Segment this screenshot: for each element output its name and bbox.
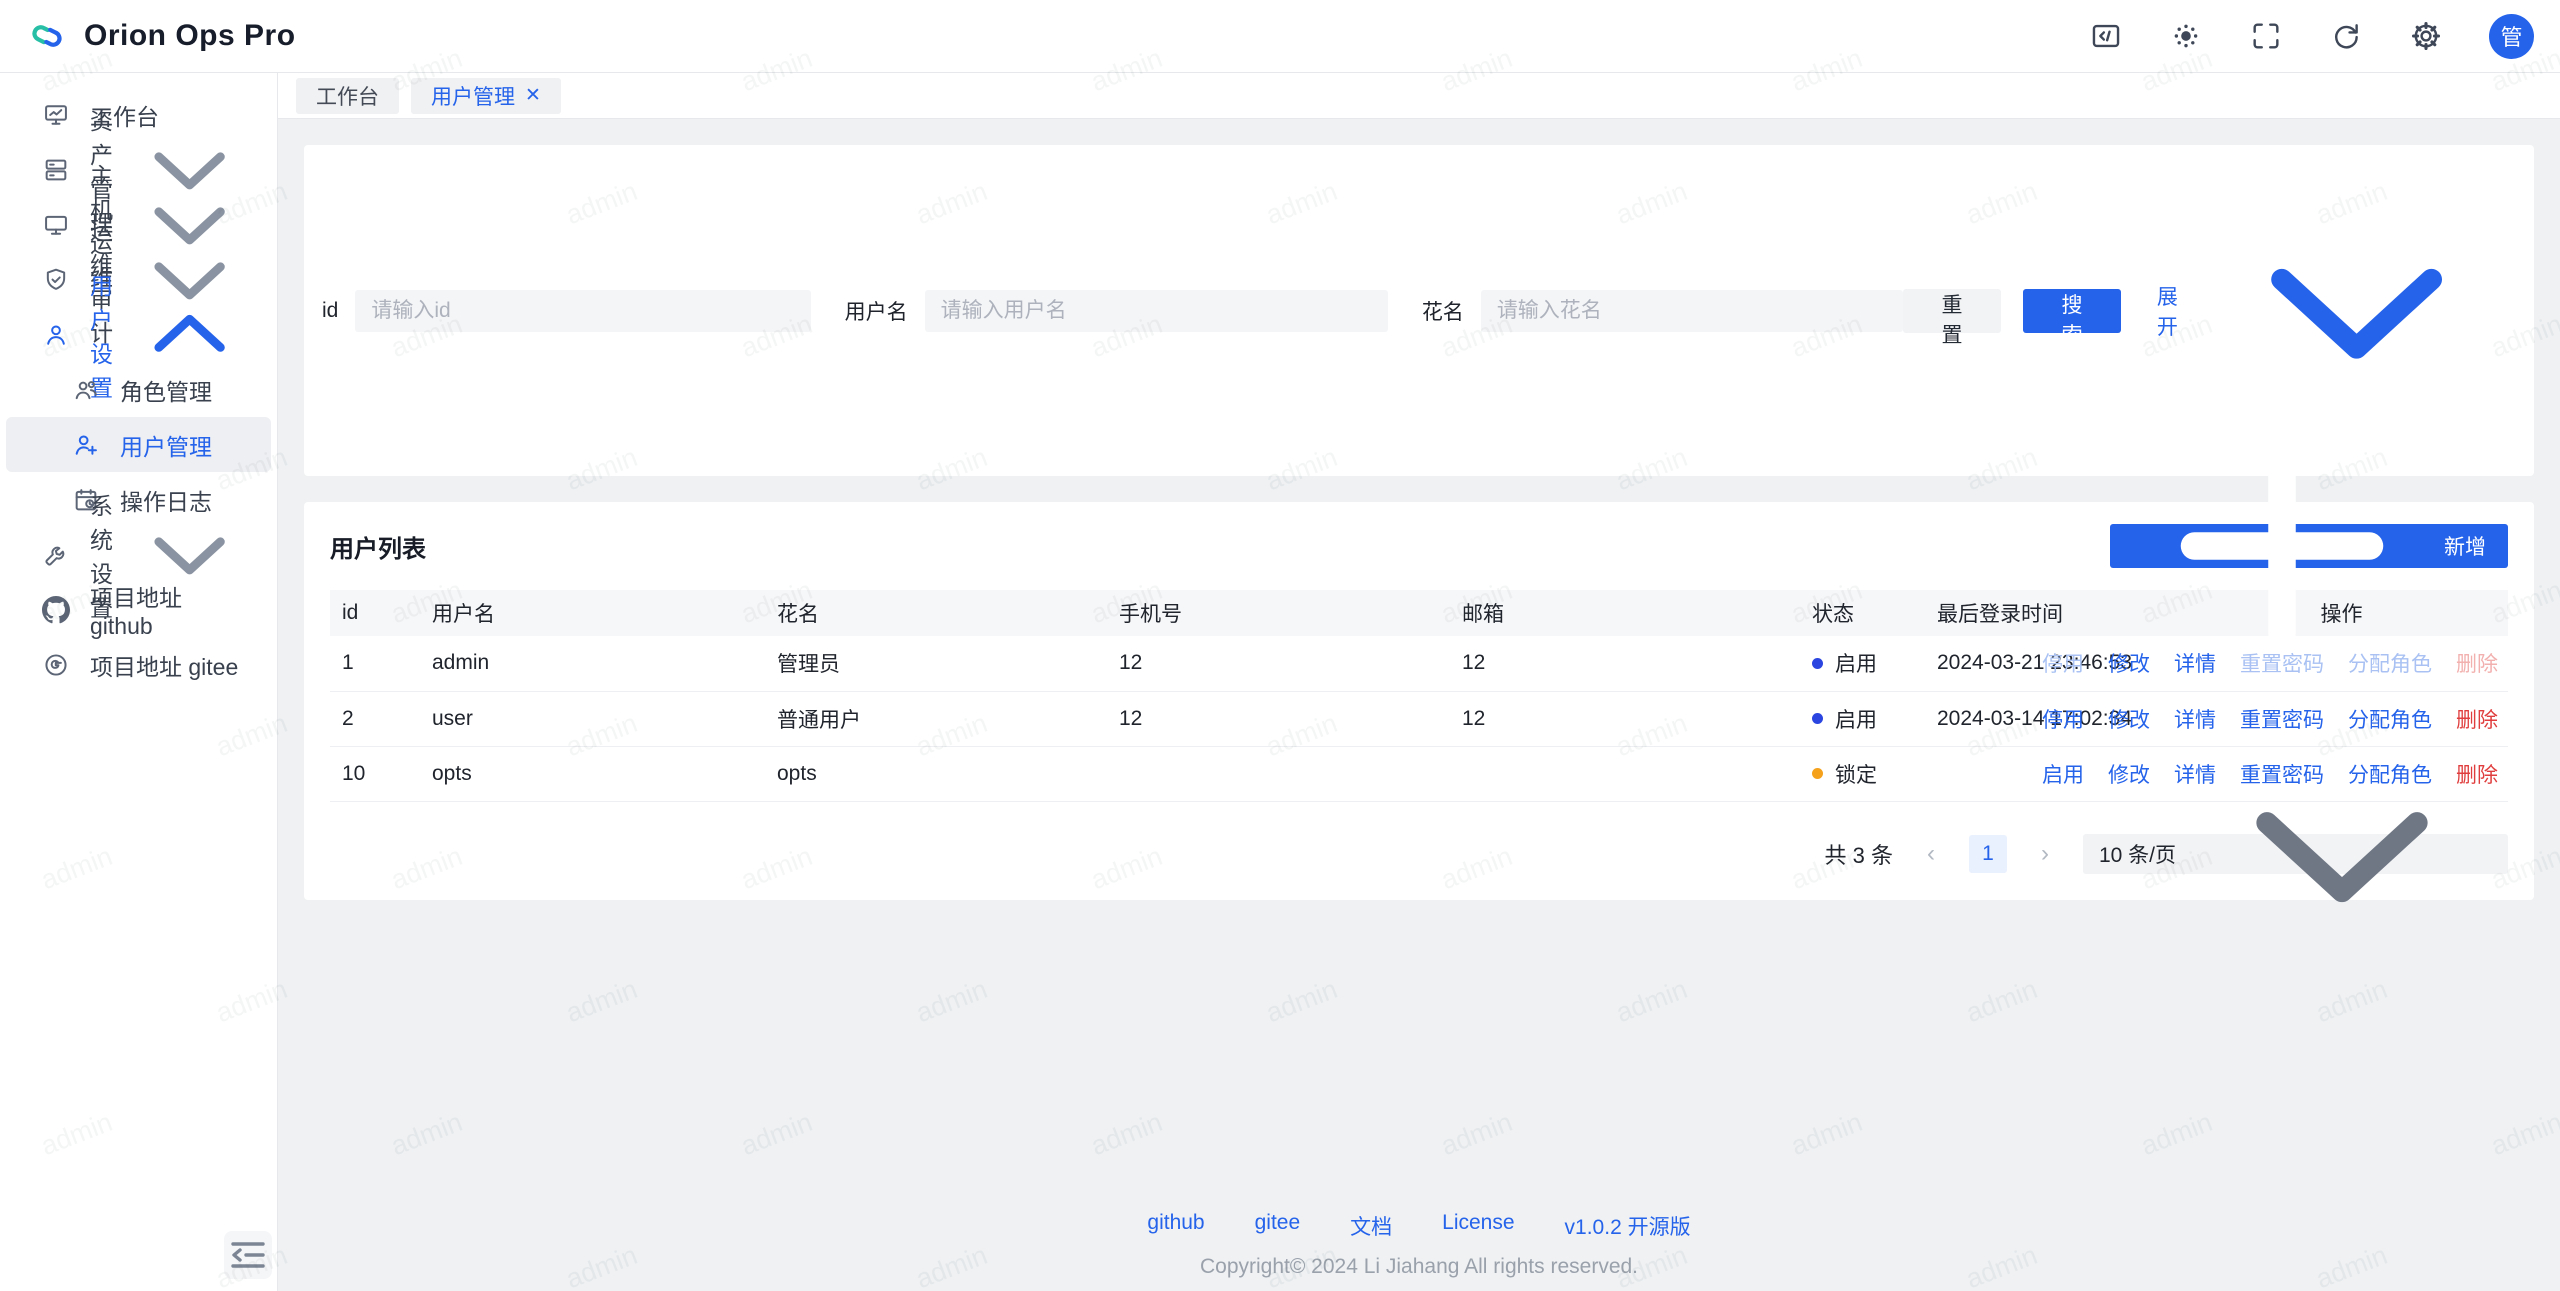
sidebar-item-github[interactable]: 项目地址 github: [6, 582, 271, 637]
row-action-link[interactable]: 修改: [2108, 759, 2150, 789]
footer-link[interactable]: gitee: [1255, 1211, 1301, 1241]
pagination-total: 共 3 条: [1825, 838, 1893, 870]
tabbar: 工作台 用户管理 ✕: [278, 73, 2560, 119]
page-number[interactable]: 1: [1969, 835, 2007, 873]
search-input-nickname[interactable]: [1481, 290, 1903, 332]
prev-page-icon[interactable]: ‹: [1919, 840, 1943, 868]
github-icon: [42, 596, 70, 624]
sidebar-item-user[interactable]: 用户设置: [6, 307, 271, 362]
status-dot: [1812, 658, 1823, 669]
workbench-icon: [42, 101, 70, 129]
tab-user-management[interactable]: 用户管理 ✕: [411, 78, 561, 114]
refresh-icon[interactable]: [2329, 19, 2363, 53]
search-input-username[interactable]: [925, 290, 1388, 332]
gitee-icon: [42, 651, 70, 679]
top-header: Orion Ops Pro 管: [0, 0, 2560, 73]
search-label-id: id: [322, 299, 338, 323]
page-footer: github gitee 文档 License v1.0.2 开源版 Copyright…: [278, 1211, 2560, 1279]
assets-icon: [42, 156, 70, 184]
row-action-link[interactable]: 修改: [2108, 648, 2150, 678]
reset-button[interactable]: 重置: [1903, 289, 2001, 333]
footer-link[interactable]: 文档: [1350, 1211, 1392, 1241]
search-label-username: 用户名: [845, 296, 908, 326]
collapse-sidebar-icon[interactable]: [224, 1231, 272, 1279]
fullscreen-icon[interactable]: [2249, 19, 2283, 53]
app-title: Orion Ops Pro: [84, 19, 296, 53]
row-action-link[interactable]: 修改: [2108, 704, 2150, 734]
footer-link[interactable]: v1.0.2 开源版: [1565, 1211, 1691, 1241]
sidebar: 工作台 资产管理 主机运维 运维审计 用户设置 角色管理 用户管理 操作日志: [0, 73, 278, 1291]
user-add-icon: [72, 431, 100, 459]
app-logo-icon: [26, 15, 68, 57]
tab-workbench[interactable]: 工作台: [296, 78, 399, 114]
page-size-select[interactable]: 10 条/页: [2083, 834, 2508, 874]
add-user-button[interactable]: 新增: [2110, 524, 2508, 568]
host-icon: [42, 211, 70, 239]
row-action-link: 分配角色: [2348, 648, 2432, 678]
status-dot: [1812, 768, 1823, 779]
chevron-down-icon: [2192, 704, 2492, 1004]
card-title: 用户列表: [330, 529, 426, 564]
status-dot: [1812, 713, 1823, 724]
row-action-link[interactable]: 停用: [2042, 704, 2084, 734]
audit-icon: [42, 266, 70, 294]
roles-icon: [72, 376, 100, 404]
copyright: Copyright© 2024 Li Jiahang All rights re…: [278, 1255, 2560, 1279]
row-action-link[interactable]: 启用: [2042, 759, 2084, 789]
footer-link[interactable]: github: [1147, 1211, 1204, 1241]
search-label-nickname: 花名: [1422, 296, 1464, 326]
search-input-id[interactable]: [355, 290, 810, 332]
theme-icon[interactable]: [2169, 19, 2203, 53]
footer-link[interactable]: License: [1442, 1211, 1514, 1241]
user-icon: [42, 321, 70, 349]
row-action-link[interactable]: 详情: [2174, 648, 2216, 678]
brand: Orion Ops Pro: [26, 15, 296, 57]
row-action-link: 删除: [2456, 648, 2498, 678]
table-row: 2 user 普通用户 12 12 启用 2024-03-14 17:02:34…: [330, 691, 2508, 746]
close-tab-icon[interactable]: ✕: [525, 86, 541, 105]
row-action-link: 停用: [2042, 648, 2084, 678]
avatar[interactable]: 管: [2489, 14, 2534, 59]
table-row: 10 opts opts 锁定 启用修改详情重置密码分配角色删除: [330, 746, 2508, 801]
settings-icon[interactable]: [2409, 19, 2443, 53]
sidebar-item-user-add[interactable]: 用户管理: [6, 417, 271, 472]
sidebar-item-gitee[interactable]: 项目地址 gitee: [6, 637, 271, 692]
status-badge: 启用: [1835, 704, 1877, 734]
user-list-card: 用户列表 新增 id 用户名 花名 手机号 邮箱 状态 最后登录时间: [304, 502, 2534, 900]
sidebar-item-roles[interactable]: 角色管理: [6, 362, 271, 417]
status-badge: 启用: [1835, 648, 1877, 678]
next-page-icon[interactable]: ›: [2033, 840, 2057, 868]
status-badge: 锁定: [1835, 759, 1877, 789]
system-icon: [42, 541, 70, 569]
sidebar-item-system[interactable]: 系统设置: [6, 527, 271, 582]
pagination: 共 3 条 ‹ 1 › 10 条/页: [330, 834, 2508, 874]
search-button[interactable]: 搜索: [2023, 289, 2121, 333]
code-icon[interactable]: [2089, 19, 2123, 53]
row-action-link: 重置密码: [2240, 648, 2324, 678]
header-actions: 管: [2089, 14, 2534, 59]
main-content: id 用户名 花名 重置 搜索 展开 用户列表 新增: [278, 119, 2560, 1291]
